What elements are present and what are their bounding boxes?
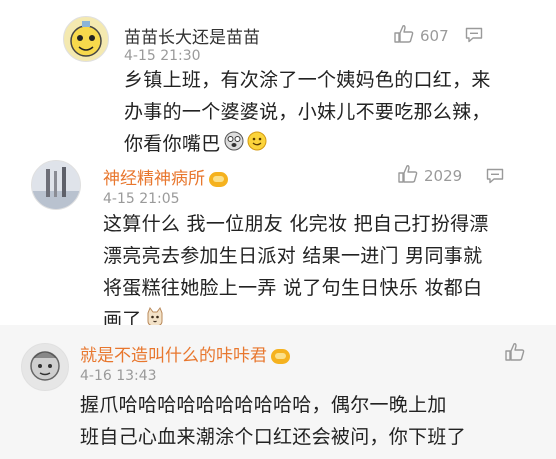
comment-line: 办事的一个婆婆说，小妹儿不要吃那么辣， (124, 101, 491, 123)
comment-line: 班自己心血来潮涂个口红还会被问，你下班了 (80, 426, 467, 448)
comment-line: 你看你嘴巴 (124, 128, 491, 161)
dizzy-face-emoji (224, 129, 244, 161)
username[interactable]: 神经精神病所 (103, 164, 228, 189)
comment-item: 苗苗长大还是苗苗 4-15 21:30 607 乡镇上班，有次涂了一个姨妈色的口… (0, 0, 556, 160)
like-button[interactable]: 607 (394, 25, 449, 47)
like-count: 2029 (424, 167, 463, 185)
comment-line: 握爪哈哈哈哈哈哈哈哈哈哈，偶尔一晚上加 (80, 394, 447, 416)
comment-text: 乡镇上班，有次涂了一个姨妈色的口红，来 办事的一个婆婆说，小妹儿不要吃那么辣， … (124, 64, 491, 161)
username[interactable]: 就是不造叫什么的咔咔君 (80, 341, 290, 366)
comment-time: 4-16 13:43 (80, 368, 157, 384)
vip-badge-icon (271, 348, 290, 364)
comment-text: 这算什么 我一位朋友 化完妆 把自己打扮得漂 漂亮亮去参加生日派对 结果一进门 … (103, 208, 489, 337)
like-count: 607 (420, 27, 449, 45)
thumbs-up-icon (394, 25, 420, 47)
vip-badge-icon (209, 171, 228, 187)
comment-line: 漂亮亮去参加生日派对 结果一进门 男同事就 (103, 245, 483, 267)
comment-line-text: 你看你嘴巴 (124, 133, 221, 155)
comment-text: 握爪哈哈哈哈哈哈哈哈哈哈，偶尔一晚上加 班自己心血来潮涂个口红还会被问，你下班了 (80, 389, 466, 453)
avatar[interactable] (21, 343, 69, 391)
comment-time: 4-15 21:30 (124, 48, 201, 64)
comment-item: 就是不造叫什么的咔咔君 4-16 13:43 握爪哈哈哈哈哈哈哈哈哈哈，偶尔一晚… (0, 325, 556, 459)
comment-item: 神经精神病所 4-15 21:05 2029 这算什么 我一位朋友 化完妆 把自… (0, 160, 556, 331)
like-button[interactable]: 2029 (398, 165, 462, 187)
like-button[interactable] (505, 343, 531, 365)
username-text: 就是不造叫什么的咔咔君 (80, 346, 267, 366)
thumbs-up-icon (398, 165, 424, 187)
username-text: 神经精神病所 (103, 169, 205, 189)
avatar[interactable] (31, 160, 81, 210)
comment-icon[interactable] (465, 27, 483, 47)
comment-time: 4-15 21:05 (103, 191, 180, 207)
smile-emoji (247, 129, 267, 161)
comment-line: 这算什么 我一位朋友 化完妆 把自己打扮得漂 (103, 213, 489, 235)
comment-line: 乡镇上班，有次涂了一个姨妈色的口红，来 (124, 69, 491, 91)
comment-line: 将蛋糕往她脸上一弄 说了句生日快乐 妆都白 (103, 277, 483, 299)
comment-icon[interactable] (486, 168, 504, 188)
username[interactable]: 苗苗长大还是苗苗 (124, 23, 260, 48)
avatar[interactable] (63, 16, 109, 62)
thumbs-up-icon (505, 343, 531, 365)
